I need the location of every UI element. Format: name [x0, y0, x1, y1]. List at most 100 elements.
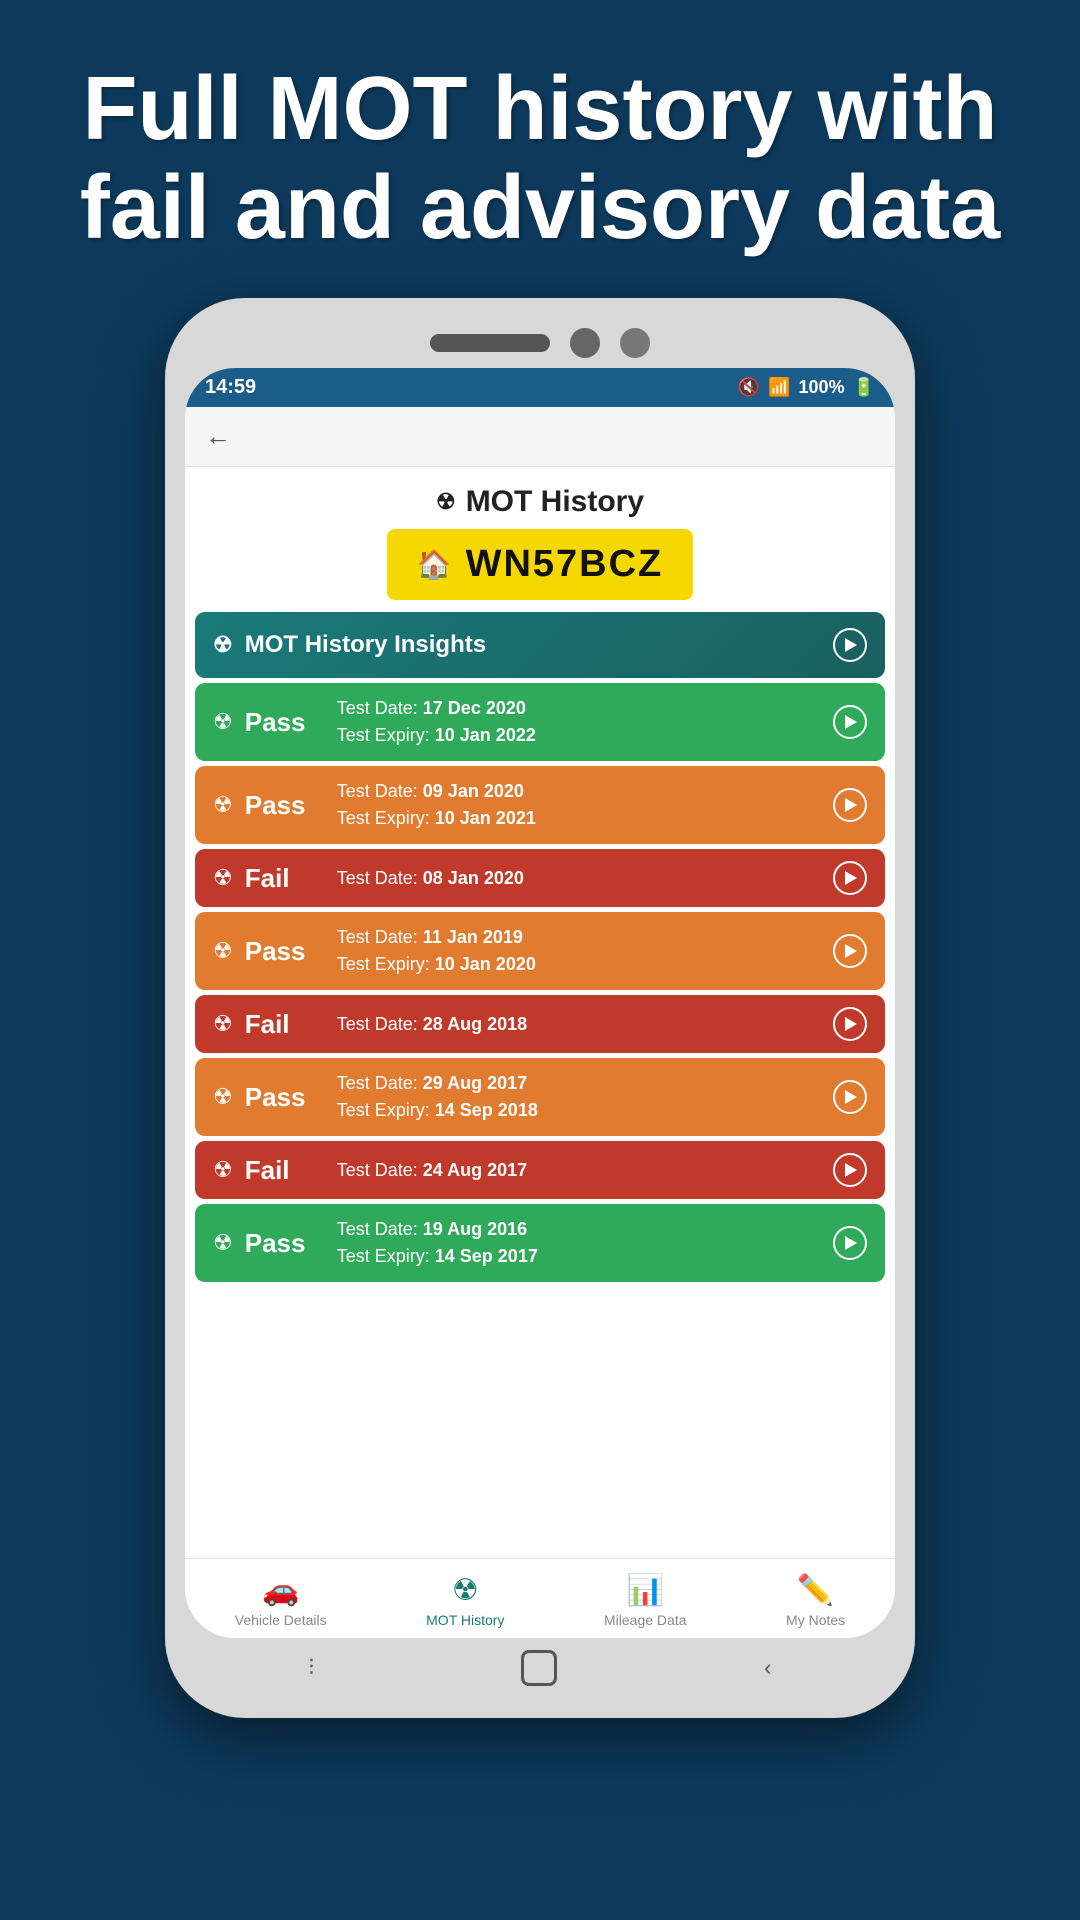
mot-entry-1-hazard-icon: ☢ [213, 792, 233, 818]
mot-entry-2[interactable]: ☢ Fail Test Date: 08 Jan 2020 [195, 849, 885, 907]
vehicle-details-icon: 🚗 [262, 1573, 299, 1608]
mot-entry-6-hazard-icon: ☢ [213, 1157, 233, 1183]
mot-entry-0-result: Pass [245, 707, 325, 738]
app-title-text: MOT History [466, 485, 644, 519]
mot-entry-7-left: ☢ Pass Test Date: 19 Aug 2016 Test Expir… [213, 1216, 538, 1270]
mot-entry-6-left: ☢ Fail Test Date: 24 Aug 2017 [213, 1155, 527, 1186]
insights-play-triangle [845, 638, 857, 652]
mot-entry-4-dates: Test Date: 28 Aug 2018 [337, 1011, 527, 1038]
garage-icon: 🏠 [417, 548, 452, 581]
gesture-back-icon: ‹ [764, 1655, 771, 1681]
my-notes-icon: ✏️ [797, 1573, 834, 1608]
title-hazard-icon: ☢ [436, 489, 456, 515]
mot-entry-6[interactable]: ☢ Fail Test Date: 24 Aug 2017 [195, 1141, 885, 1199]
mot-entry-6-play-btn[interactable] [833, 1153, 867, 1187]
mot-entry-3-play-btn[interactable] [833, 934, 867, 968]
mot-entry-4[interactable]: ☢ Fail Test Date: 28 Aug 2018 [195, 995, 885, 1053]
mot-entry-5[interactable]: ☢ Pass Test Date: 29 Aug 2017 Test Expir… [195, 1058, 885, 1136]
phone-camera-1 [570, 328, 600, 358]
plate-number: WN57BCZ [466, 543, 664, 586]
nav-item-vehicle-details[interactable]: 🚗 Vehicle Details [225, 1569, 337, 1632]
mot-entry-4-play-btn[interactable] [833, 1007, 867, 1041]
mot-entry-6-play-triangle [845, 1163, 857, 1177]
mot-entry-2-left: ☢ Fail Test Date: 08 Jan 2020 [213, 863, 524, 894]
mot-entry-7[interactable]: ☢ Pass Test Date: 19 Aug 2016 Test Expir… [195, 1204, 885, 1282]
status-bar: 14:59 🔇 📶 100% 🔋 [185, 368, 895, 407]
mot-entry-1-result: Pass [245, 790, 325, 821]
mot-entry-0-left: ☢ Pass Test Date: 17 Dec 2020 Test Expir… [213, 695, 536, 749]
screen-content: ☢ MOT History 🏠 WN57BCZ ☢ MOT History In… [185, 467, 895, 1638]
insights-left: ☢ MOT History Insights [213, 631, 486, 659]
phone-camera-2 [620, 328, 650, 358]
mot-entry-5-play-triangle [845, 1090, 857, 1104]
mot-entry-5-dates: Test Date: 29 Aug 2017 Test Expiry: 14 S… [337, 1070, 538, 1124]
mot-entry-1-left: ☢ Pass Test Date: 09 Jan 2020 Test Expir… [213, 778, 536, 832]
insights-play-btn[interactable] [833, 628, 867, 662]
mot-entry-1[interactable]: ☢ Pass Test Date: 09 Jan 2020 Test Expir… [195, 766, 885, 844]
my-notes-label: My Notes [786, 1612, 845, 1628]
app-title: ☢ MOT History [185, 467, 895, 529]
mot-entry-2-play-btn[interactable] [833, 861, 867, 895]
license-plate: 🏠 WN57BCZ [387, 529, 694, 600]
status-time: 14:59 [205, 376, 256, 399]
insights-hazard-icon: ☢ [213, 632, 233, 658]
mot-entry-3-play-triangle [845, 944, 857, 958]
phone-speaker [430, 334, 550, 352]
mot-history-label: MOT History [426, 1612, 504, 1628]
mot-entry-3-dates: Test Date: 11 Jan 2019 Test Expiry: 10 J… [337, 924, 536, 978]
mot-entry-5-hazard-icon: ☢ [213, 1084, 233, 1110]
battery-icon: 🔋 [853, 377, 875, 398]
mot-entry-0[interactable]: ☢ Pass Test Date: 17 Dec 2020 Test Expir… [195, 683, 885, 761]
nav-item-mileage-data[interactable]: 📊 Mileage Data [594, 1569, 697, 1632]
phone-screen: 14:59 🔇 📶 100% 🔋 ← ☢ MOT History 🏠 WN57B… [185, 368, 895, 1638]
mot-entry-4-left: ☢ Fail Test Date: 28 Aug 2018 [213, 1009, 527, 1040]
nav-item-mot-history[interactable]: ☢ MOT History [416, 1569, 514, 1632]
mot-entry-7-result: Pass [245, 1228, 325, 1259]
mot-entry-3-left: ☢ Pass Test Date: 11 Jan 2019 Test Expir… [213, 924, 536, 978]
mot-entry-3[interactable]: ☢ Pass Test Date: 11 Jan 2019 Test Expir… [195, 912, 885, 990]
mot-entry-0-play-triangle [845, 715, 857, 729]
vehicle-details-label: Vehicle Details [235, 1612, 327, 1628]
phone-top-hardware [185, 318, 895, 368]
back-arrow-icon[interactable]: ← [205, 421, 231, 452]
wifi-icon: 📶 [768, 377, 790, 398]
mot-entry-2-play-triangle [845, 871, 857, 885]
mot-history-icon: ☢ [452, 1573, 479, 1608]
mot-entry-6-result: Fail [245, 1155, 325, 1186]
gesture-lines-icon: ⫶ [309, 1655, 315, 1681]
nav-back-bar: ← [185, 407, 895, 467]
phone-bottom-gestures: ⫶ ‹ [185, 1638, 895, 1698]
insights-banner[interactable]: ☢ MOT History Insights [195, 612, 885, 678]
mute-icon: 🔇 [738, 377, 760, 398]
mot-entry-1-play-btn[interactable] [833, 788, 867, 822]
mot-entry-7-play-btn[interactable] [833, 1226, 867, 1260]
mot-entry-7-play-triangle [845, 1236, 857, 1250]
mot-entry-4-result: Fail [245, 1009, 325, 1040]
mot-entry-7-hazard-icon: ☢ [213, 1230, 233, 1256]
mot-entry-0-dates: Test Date: 17 Dec 2020 Test Expiry: 10 J… [337, 695, 536, 749]
mot-entry-4-play-triangle [845, 1017, 857, 1031]
page-header: Full MOT history with fail and advisory … [0, 0, 1080, 298]
mileage-data-label: Mileage Data [604, 1612, 687, 1628]
mot-entry-2-dates: Test Date: 08 Jan 2020 [337, 865, 524, 892]
mot-entry-3-result: Pass [245, 936, 325, 967]
bottom-nav: 🚗 Vehicle Details ☢ MOT History 📊 Mileag… [185, 1558, 895, 1638]
mot-entry-1-play-triangle [845, 798, 857, 812]
battery-text: 100% [799, 377, 845, 398]
mot-entry-6-dates: Test Date: 24 Aug 2017 [337, 1157, 527, 1184]
mot-entry-2-hazard-icon: ☢ [213, 865, 233, 891]
mot-entry-5-result: Pass [245, 1082, 325, 1113]
mot-entry-3-hazard-icon: ☢ [213, 938, 233, 964]
page-title: Full MOT history with fail and advisory … [60, 60, 1020, 258]
mot-entry-5-left: ☢ Pass Test Date: 29 Aug 2017 Test Expir… [213, 1070, 538, 1124]
mot-list: ☢ MOT History Insights ☢ Pass Test Date:… [185, 612, 895, 1558]
mot-entry-4-hazard-icon: ☢ [213, 1011, 233, 1037]
gesture-home-button[interactable] [521, 1650, 557, 1686]
mot-entry-0-play-btn[interactable] [833, 705, 867, 739]
mot-entry-0-hazard-icon: ☢ [213, 709, 233, 735]
nav-item-my-notes[interactable]: ✏️ My Notes [776, 1569, 855, 1632]
mot-entry-5-play-btn[interactable] [833, 1080, 867, 1114]
mot-entry-2-result: Fail [245, 863, 325, 894]
mileage-data-icon: 📊 [627, 1573, 664, 1608]
phone-frame: 14:59 🔇 📶 100% 🔋 ← ☢ MOT History 🏠 WN57B… [165, 298, 915, 1718]
